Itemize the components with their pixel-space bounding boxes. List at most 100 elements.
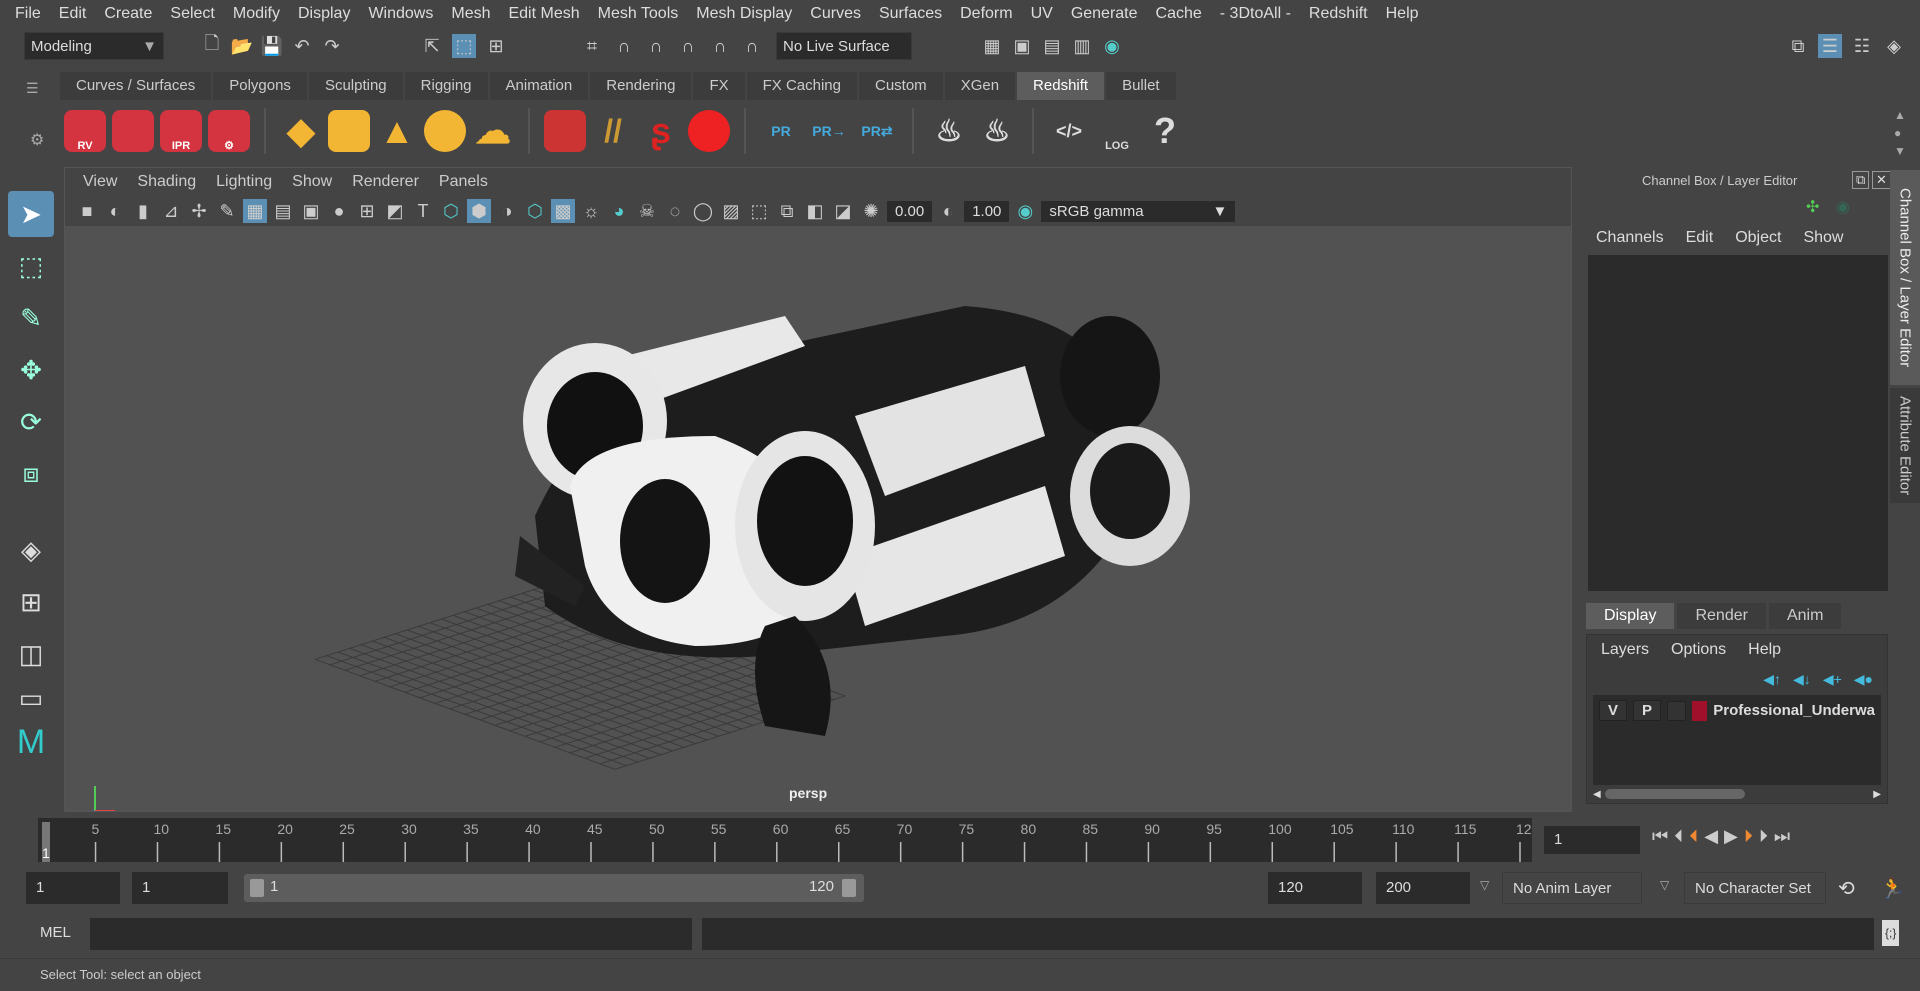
gamma-field[interactable]: 1.00 [964, 200, 1010, 222]
channel-box-side-tab[interactable]: Channel Box / Layer Editor [1890, 170, 1920, 385]
image-plane-icon[interactable]: ⊿ [159, 199, 183, 223]
shelf-tab-custom[interactable]: Custom [859, 72, 943, 100]
render-frame-icon[interactable]: ▣ [1010, 34, 1034, 58]
render-view-button[interactable]: RV [64, 110, 106, 152]
dome-light-icon[interactable] [424, 110, 466, 152]
shelf-tab-rendering[interactable]: Rendering [590, 72, 692, 100]
manipulator-icon[interactable]: ✣ [1806, 197, 1819, 217]
outliner-layout-icon[interactable]: ▭ [8, 683, 54, 713]
gate-mask-icon[interactable]: ● [327, 199, 351, 223]
channel-box-toggle-icon[interactable]: ☰ [1818, 34, 1842, 58]
exposure-field[interactable]: 0.00 [887, 200, 933, 222]
hypershade-icon[interactable]: ◉ [1100, 34, 1124, 58]
two-view-icon[interactable]: ◫ [8, 631, 54, 677]
color-swatch-icon[interactable]: ◪ [831, 199, 855, 223]
field-chart-icon[interactable]: ⊞ [355, 199, 379, 223]
menu-create[interactable]: Create [95, 5, 161, 23]
go-to-end-icon[interactable]: ⏭ [1774, 826, 1790, 847]
menu-mesh[interactable]: Mesh [442, 5, 499, 23]
safe-action-icon[interactable]: ◩ [383, 199, 407, 223]
resolution-gate-icon[interactable]: ▣ [299, 199, 323, 223]
script-editor-icon[interactable]: {;} [1882, 920, 1900, 946]
layer-name[interactable]: Professional_Underwa [1713, 702, 1875, 719]
modeling-toolkit-icon[interactable]: ◈ [1882, 34, 1906, 58]
shelf-menu-icon[interactable]: ☰ [26, 80, 46, 96]
range-slider[interactable]: 1 120 [244, 874, 864, 902]
end-time-field[interactable]: 200 [1376, 872, 1470, 904]
select-hierarchy-icon[interactable]: ⇱ [420, 34, 444, 58]
viewport-menu-view[interactable]: View [73, 173, 127, 191]
camera-icon[interactable]: ■ [75, 199, 99, 223]
snap-grid-icon[interactable]: ⌗ [580, 34, 604, 58]
open-scene-icon[interactable]: 📂 [230, 34, 254, 58]
layer-color-swatch[interactable] [1691, 700, 1708, 721]
layer-tab-render[interactable]: Render [1677, 603, 1766, 629]
viewport-menu-panels[interactable]: Panels [429, 173, 498, 191]
float-panel-icon[interactable]: ⧉ [1852, 171, 1870, 189]
scale-tool-icon[interactable]: ⧈ [8, 451, 54, 497]
xray-icon[interactable]: ☠ [635, 199, 659, 223]
undo-icon[interactable]: ↶ [290, 34, 314, 58]
start-time-field[interactable]: 1 [26, 872, 120, 904]
menu-curves[interactable]: Curves [801, 5, 870, 23]
menu-cache[interactable]: Cache [1147, 5, 1211, 23]
new-scene-icon[interactable]: 🗋 [200, 33, 224, 58]
render-settings-icon[interactable]: ▥ [1070, 34, 1094, 58]
menu-help[interactable]: Help [1377, 5, 1428, 23]
anim-layer-dropdown[interactable]: No Anim Layer [1502, 872, 1642, 904]
shelf-tab-fx[interactable]: FX [693, 72, 745, 100]
help-button[interactable]: ? [1144, 110, 1186, 152]
shelf-tab-fx-caching[interactable]: FX Caching [746, 72, 857, 100]
shadows-icon[interactable]: ◕ [607, 199, 631, 223]
ambient-occlusion-icon[interactable]: ◯ [691, 199, 715, 223]
volume-icon[interactable]: ʂ [640, 110, 682, 152]
menu-uv[interactable]: UV [1022, 5, 1062, 23]
menu-mesh-tools[interactable]: Mesh Tools [589, 5, 688, 23]
snap-view-icon[interactable]: ∩ [676, 34, 700, 58]
lights-icon[interactable]: ☼ [579, 199, 603, 223]
pr-cube-button[interactable]: PR [760, 110, 802, 152]
snap-curve-icon[interactable]: ∩ [612, 34, 636, 58]
color-management-icon[interactable]: ◉ [1013, 199, 1037, 223]
menu-redshift[interactable]: Redshift [1300, 5, 1377, 23]
playback-start-field[interactable]: 1 [132, 872, 228, 904]
mode-dropdown[interactable]: Modeling ▼ [24, 32, 164, 60]
isolate-select-icon[interactable]: ⬚ [747, 199, 771, 223]
display-type-toggle[interactable] [1667, 700, 1686, 721]
default-material-icon[interactable]: ◑ [495, 199, 519, 223]
channel-menu-show[interactable]: Show [1803, 229, 1843, 247]
step-forward-frame-icon[interactable]: ⏵ [1744, 826, 1753, 847]
play-forward-icon[interactable]: ▶ [1724, 826, 1738, 847]
menu--3dtoall-[interactable]: - 3DtoAll - [1211, 5, 1300, 23]
menu-surfaces[interactable]: Surfaces [870, 5, 951, 23]
four-view-icon[interactable]: ⊞ [8, 579, 54, 625]
layer-menu-options[interactable]: Options [1671, 641, 1726, 659]
film-gate-icon[interactable]: ▤ [271, 199, 295, 223]
visibility-toggle[interactable]: V [1599, 700, 1628, 721]
shelf-tab-redshift[interactable]: Redshift [1017, 72, 1105, 100]
menu-mesh-display[interactable]: Mesh Display [687, 5, 801, 23]
snap-live-icon[interactable]: ∩ [740, 34, 764, 58]
sun-sky-icon[interactable]: ☁ [472, 110, 514, 152]
pr-swap-button[interactable]: PR⇄ [856, 110, 898, 152]
menu-edit[interactable]: Edit [50, 5, 96, 23]
select-component-icon[interactable]: ⊞ [484, 34, 508, 58]
colorspace-dropdown[interactable]: sRGB gamma ▼ [1041, 200, 1236, 222]
move-tool-icon[interactable]: ✥ [8, 347, 54, 393]
channel-menu-channels[interactable]: Channels [1596, 229, 1664, 247]
render-sequence-button[interactable] [112, 110, 154, 152]
layer-tab-display[interactable]: Display [1586, 603, 1675, 629]
shelf-tab-xgen[interactable]: XGen [944, 72, 1016, 100]
step-back-key-icon[interactable]: ⏴ [1674, 826, 1683, 847]
bake-settings-icon[interactable]: ♨ [976, 110, 1018, 152]
move-layer-up-icon[interactable]: ◀↑ [1763, 671, 1781, 688]
proxy-icon[interactable] [544, 110, 586, 152]
shelf-tab-polygons[interactable]: Polygons [213, 72, 307, 100]
channel-menu-object[interactable]: Object [1735, 229, 1781, 247]
time-slider[interactable]: 5 10 15 20 25 30 35 40 45 50 55 60 65 70 75 80 85 90 95 100… [38, 818, 1532, 862]
character-set-chevron-icon[interactable]: ▽ [1660, 878, 1669, 892]
viewport-menu-show[interactable]: Show [282, 173, 342, 191]
select-tool-icon[interactable]: ➤ [8, 191, 54, 237]
character-set-dropdown[interactable]: No Character Set [1684, 872, 1826, 904]
viewport-menu-lighting[interactable]: Lighting [206, 173, 282, 191]
